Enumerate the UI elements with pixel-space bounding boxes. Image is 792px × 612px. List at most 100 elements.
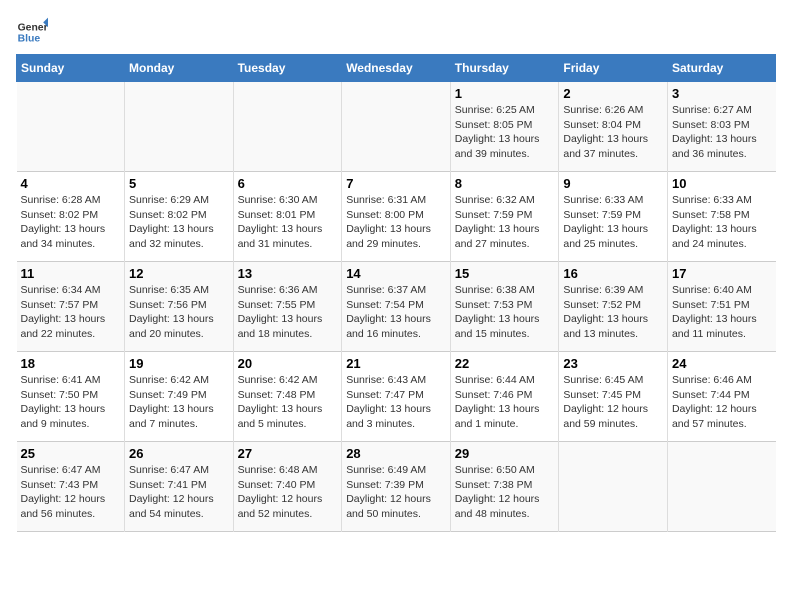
day-info: Sunrise: 6:35 AMSunset: 7:56 PMDaylight:… [129,283,229,342]
day-cell: 26 Sunrise: 6:47 AMSunset: 7:41 PMDayligh… [125,442,234,532]
day-number: 17 [672,266,772,281]
day-info: Sunrise: 6:44 AMSunset: 7:46 PMDaylight:… [455,373,555,432]
day-number: 19 [129,356,229,371]
day-info: Sunrise: 6:33 AMSunset: 7:58 PMDaylight:… [672,193,772,252]
header-cell-saturday: Saturday [667,55,775,82]
day-cell [667,442,775,532]
day-number: 13 [238,266,338,281]
day-number: 5 [129,176,229,191]
day-info: Sunrise: 6:27 AMSunset: 8:03 PMDaylight:… [672,103,772,162]
calendar-body: 1 Sunrise: 6:25 AMSunset: 8:05 PMDaylight… [17,82,776,532]
day-number: 6 [238,176,338,191]
day-number: 28 [346,446,446,461]
day-cell: 7 Sunrise: 6:31 AMSunset: 8:00 PMDaylight… [342,172,451,262]
day-info: Sunrise: 6:33 AMSunset: 7:59 PMDaylight:… [563,193,663,252]
day-number: 22 [455,356,555,371]
day-cell: 8Sunrise: 6:32 AMSunset: 7:59 PMDaylight… [450,172,559,262]
day-number: 29 [455,446,555,461]
logo: General Blue [16,16,52,48]
day-number: 2 [563,86,663,101]
day-cell: 3 Sunrise: 6:27 AMSunset: 8:03 PMDaylight… [667,82,775,172]
header-cell-thursday: Thursday [450,55,559,82]
week-row-3: 11 Sunrise: 6:34 AMSunset: 7:57 PMDayligh… [17,262,776,352]
week-row-1: 1 Sunrise: 6:25 AMSunset: 8:05 PMDaylight… [17,82,776,172]
day-cell: 12 Sunrise: 6:35 AMSunset: 7:56 PMDayligh… [125,262,234,352]
header-cell-monday: Monday [125,55,234,82]
day-info: Sunrise: 6:31 AMSunset: 8:00 PMDaylight:… [346,193,446,252]
day-number: 12 [129,266,229,281]
day-info: Sunrise: 6:47 AMSunset: 7:43 PMDaylight:… [21,463,121,522]
week-row-4: 18 Sunrise: 6:41 AMSunset: 7:50 PMDayligh… [17,352,776,442]
day-info: Sunrise: 6:49 AMSunset: 7:39 PMDaylight:… [346,463,446,522]
day-number: 14 [346,266,446,281]
svg-text:General: General [18,22,48,33]
day-info: Sunrise: 6:47 AMSunset: 7:41 PMDaylight:… [129,463,229,522]
day-number: 4 [21,176,121,191]
header: General Blue [16,16,776,48]
day-cell: 10 Sunrise: 6:33 AMSunset: 7:58 PMDayligh… [667,172,775,262]
header-cell-sunday: Sunday [17,55,125,82]
day-info: Sunrise: 6:45 AMSunset: 7:45 PMDaylight:… [563,373,663,432]
day-cell: 17 Sunrise: 6:40 AMSunset: 7:51 PMDayligh… [667,262,775,352]
day-cell: 15 Sunrise: 6:38 AMSunset: 7:53 PMDayligh… [450,262,559,352]
day-cell: 6 Sunrise: 6:30 AMSunset: 8:01 PMDaylight… [233,172,342,262]
day-info: Sunrise: 6:25 AMSunset: 8:05 PMDaylight:… [455,103,555,162]
day-number: 26 [129,446,229,461]
day-number: 3 [672,86,772,101]
day-info: Sunrise: 6:42 AMSunset: 7:48 PMDaylight:… [238,373,338,432]
day-number: 15 [455,266,555,281]
day-number: 27 [238,446,338,461]
calendar-table: SundayMondayTuesdayWednesdayThursdayFrid… [16,54,776,532]
header-cell-friday: Friday [559,55,668,82]
day-cell: 20 Sunrise: 6:42 AMSunset: 7:48 PMDayligh… [233,352,342,442]
day-number: 18 [21,356,121,371]
day-number: 11 [21,266,121,281]
day-cell: 4Sunrise: 6:28 AMSunset: 8:02 PMDaylight… [17,172,125,262]
day-cell: 13 Sunrise: 6:36 AMSunset: 7:55 PMDayligh… [233,262,342,352]
day-cell [233,82,342,172]
day-info: Sunrise: 6:30 AMSunset: 8:01 PMDaylight:… [238,193,338,252]
day-cell: 11 Sunrise: 6:34 AMSunset: 7:57 PMDayligh… [17,262,125,352]
week-row-2: 4Sunrise: 6:28 AMSunset: 8:02 PMDaylight… [17,172,776,262]
day-cell: 16 Sunrise: 6:39 AMSunset: 7:52 PMDayligh… [559,262,668,352]
day-number: 23 [563,356,663,371]
day-number: 1 [455,86,555,101]
day-number: 9 [563,176,663,191]
header-row: SundayMondayTuesdayWednesdayThursdayFrid… [17,55,776,82]
logo-icon: General Blue [16,16,48,48]
day-cell: 9 Sunrise: 6:33 AMSunset: 7:59 PMDaylight… [559,172,668,262]
day-info: Sunrise: 6:32 AMSunset: 7:59 PMDaylight:… [455,193,555,252]
day-cell: 18 Sunrise: 6:41 AMSunset: 7:50 PMDayligh… [17,352,125,442]
day-cell: 23 Sunrise: 6:45 AMSunset: 7:45 PMDayligh… [559,352,668,442]
day-number: 20 [238,356,338,371]
day-number: 25 [21,446,121,461]
day-cell: 21Sunrise: 6:43 AMSunset: 7:47 PMDayligh… [342,352,451,442]
day-info: Sunrise: 6:48 AMSunset: 7:40 PMDaylight:… [238,463,338,522]
day-number: 7 [346,176,446,191]
day-info: Sunrise: 6:39 AMSunset: 7:52 PMDaylight:… [563,283,663,342]
day-info: Sunrise: 6:46 AMSunset: 7:44 PMDaylight:… [672,373,772,432]
day-info: Sunrise: 6:26 AMSunset: 8:04 PMDaylight:… [563,103,663,162]
day-info: Sunrise: 6:38 AMSunset: 7:53 PMDaylight:… [455,283,555,342]
day-cell: 24Sunrise: 6:46 AMSunset: 7:44 PMDayligh… [667,352,775,442]
day-cell: 1 Sunrise: 6:25 AMSunset: 8:05 PMDaylight… [450,82,559,172]
day-number: 16 [563,266,663,281]
day-info: Sunrise: 6:41 AMSunset: 7:50 PMDaylight:… [21,373,121,432]
day-info: Sunrise: 6:34 AMSunset: 7:57 PMDaylight:… [21,283,121,342]
day-info: Sunrise: 6:50 AMSunset: 7:38 PMDaylight:… [455,463,555,522]
day-cell [17,82,125,172]
day-info: Sunrise: 6:37 AMSunset: 7:54 PMDaylight:… [346,283,446,342]
day-info: Sunrise: 6:29 AMSunset: 8:02 PMDaylight:… [129,193,229,252]
svg-text:Blue: Blue [18,34,41,45]
day-cell: 5 Sunrise: 6:29 AMSunset: 8:02 PMDaylight… [125,172,234,262]
day-number: 10 [672,176,772,191]
day-info: Sunrise: 6:43 AMSunset: 7:47 PMDaylight:… [346,373,446,432]
day-cell [125,82,234,172]
day-info: Sunrise: 6:40 AMSunset: 7:51 PMDaylight:… [672,283,772,342]
day-cell: 2 Sunrise: 6:26 AMSunset: 8:04 PMDaylight… [559,82,668,172]
day-info: Sunrise: 6:36 AMSunset: 7:55 PMDaylight:… [238,283,338,342]
day-cell: 28 Sunrise: 6:49 AMSunset: 7:39 PMDayligh… [342,442,451,532]
calendar-header: SundayMondayTuesdayWednesdayThursdayFrid… [17,55,776,82]
day-cell: 14 Sunrise: 6:37 AMSunset: 7:54 PMDayligh… [342,262,451,352]
day-cell [342,82,451,172]
